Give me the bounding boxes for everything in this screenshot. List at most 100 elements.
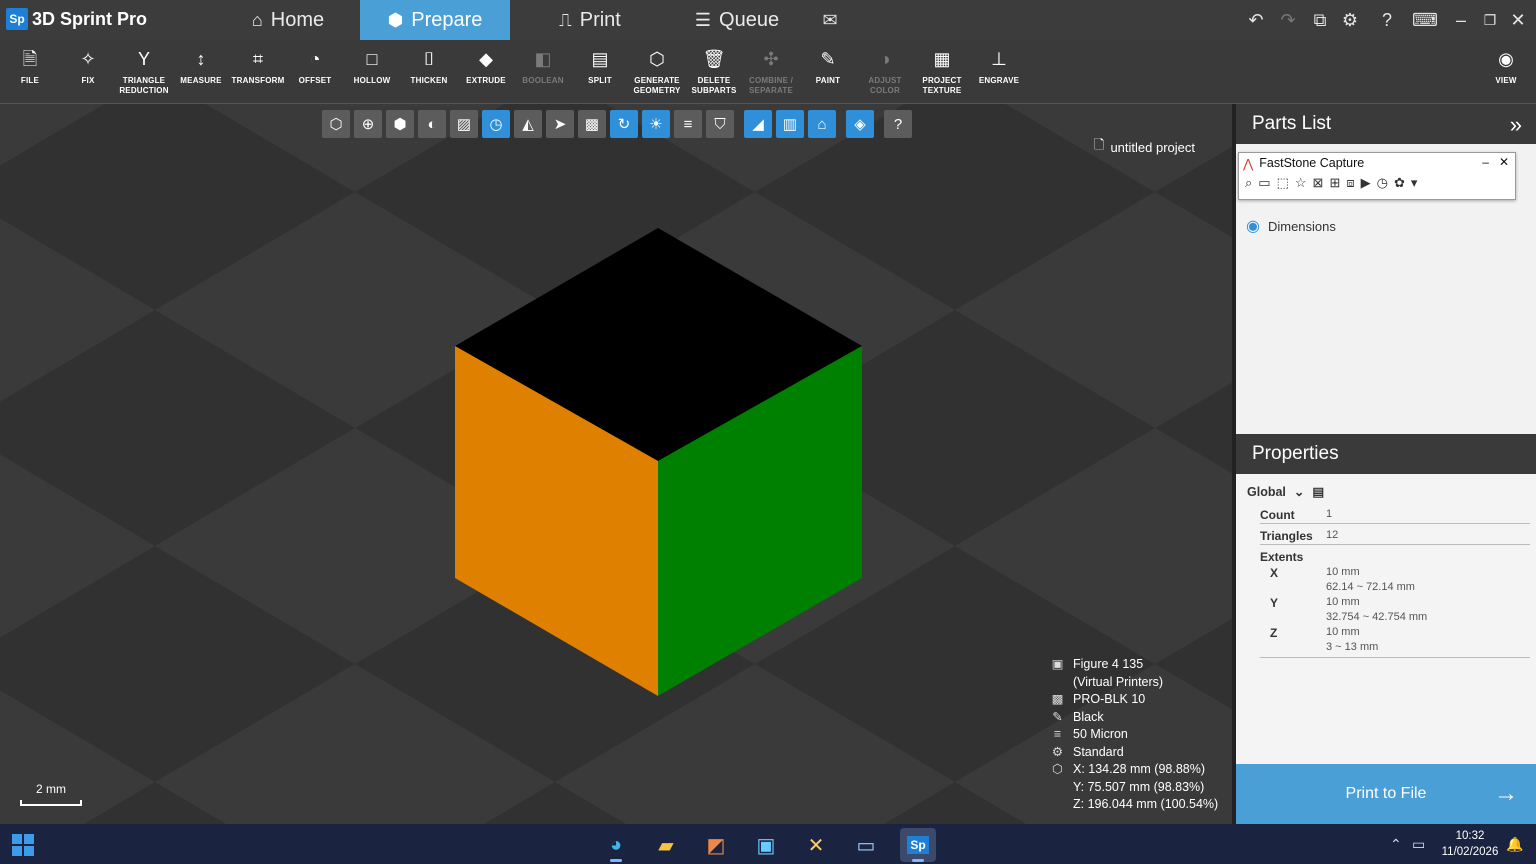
extent-axis-x: X [1270,566,1279,580]
chevron-up-icon[interactable]: ⌃ [1390,836,1402,853]
engrave-button[interactable]: ⊥ ENGRAVE [971,48,1027,100]
clock-view-icon[interactable]: ◷ [482,110,510,138]
help-icon[interactable]: ? [1375,8,1399,32]
parts-list-header: Parts List » [1236,104,1536,144]
arch-icon[interactable]: ⌂ [808,110,836,138]
tab-queue[interactable]: ☰ Queue [680,0,794,40]
tab-home[interactable]: ⌂ Home [236,0,340,40]
edge-icon[interactable]: ◕ [598,828,634,862]
hatch-icon[interactable]: ▨ [450,110,478,138]
window-app-icon[interactable]: ▭ [848,828,884,862]
faststone-capture-window[interactable]: ⋀ FastStone Capture – ✕ ⌕ ▭ ⬚ ☆ ⊠ ⊞ ⧈ ▶ ◷… [1238,152,1516,200]
shading-icon[interactable]: ◐ [418,110,446,138]
file-button[interactable]: 🗎 FILE [2,48,58,100]
home-icon: ⌂ [251,9,263,30]
xampp-icon[interactable]: ✕ [798,828,834,862]
fixed-capture-icon[interactable]: ⧈ [1346,175,1354,191]
combine-separate-button[interactable]: ✣ COMBINE / SEPARATE [743,48,799,100]
grid-columns-icon[interactable]: ▥ [776,110,804,138]
project-texture-button[interactable]: ▦ PROJECT TEXTURE [914,48,970,100]
eye-icon[interactable]: ◉ [1246,216,1260,236]
rect-capture-icon[interactable]: ⬚ [1277,175,1289,191]
3dsprint-taskbar-icon[interactable]: Sp [900,828,936,862]
right-panel: Parts List » ◉ Dimensions ⋀ FastStone Ca… [1236,104,1536,824]
redo-icon[interactable]: ↷ [1276,8,1300,32]
minimize-icon[interactable]: – [1482,155,1489,169]
gear-icon[interactable]: ⚙ [1338,8,1362,32]
properties-panel: Global ⌄ ▤ Count 1 Triangles 12 Extents … [1236,474,1536,764]
view-button[interactable]: ◉ VIEW [1478,48,1534,100]
printer-icon: ⎍ [559,9,572,30]
3d-viewport[interactable]: ⬡ ⊕ ⬢ ◐ ▨ ◷ ◭ ➤ ▩ ↻ ☀ ≡ ⛉ ◢ ▥ ⌂ ◈ ? 🗋 un… [0,104,1232,824]
window-capture-icon[interactable]: ▭ [1258,175,1270,191]
adjust-color-button[interactable]: ◑ ADJUST COLOR [857,48,913,100]
close-icon[interactable]: ✕ [1506,8,1530,32]
transform-button[interactable]: ⌗ TRANSFORM [230,48,286,100]
video-icon[interactable]: ▶ [1361,175,1371,191]
help-icon[interactable]: ? [884,110,912,138]
minimize-icon[interactable]: – [1449,8,1473,32]
tab-prepare[interactable]: ⬢ Prepare [360,0,510,40]
box-view-icon[interactable]: ◈ [846,110,874,138]
collapse-icon[interactable]: » [1510,112,1522,138]
hollow-button[interactable]: □ HOLLOW [344,48,400,100]
freehand-capture-icon[interactable]: ☆ [1295,175,1307,191]
print-to-file-button[interactable]: Print to File → [1236,764,1536,824]
paint-button[interactable]: ✎ PAINT [800,48,856,100]
split-button[interactable]: ▤ SPLIT [572,48,628,100]
title-bar: Sp 3D Sprint Pro ⌂ Home ⬢ Prepare ⎍ Prin… [0,0,1536,40]
close-icon[interactable]: ✕ [1499,155,1509,169]
store-icon[interactable]: ▣ [748,828,784,862]
copy-icon[interactable]: ⧉ [1308,8,1332,32]
fullscreen-capture-icon[interactable]: ⊠ [1313,175,1324,191]
scope-dropdown[interactable]: Global ⌄ ▤ [1247,484,1324,500]
start-button[interactable] [12,834,34,856]
notification-icon[interactable]: 🔔 [1506,836,1523,853]
clipboard-icon[interactable]: ▤ [1312,484,1324,499]
material-icon: ▩ [1051,692,1064,706]
keyboard-icon[interactable]: ⌨ [1412,8,1438,32]
layer-icon[interactable]: ≡ [674,110,702,138]
boolean-button[interactable]: ◧ BOOLEAN [515,48,571,100]
mail-icon[interactable]: ✉ [818,8,842,32]
view-toolbar: ⬡ ⊕ ⬢ ◐ ▨ ◷ ◭ ➤ ▩ ↻ ☀ ≡ ⛉ ◢ ▥ ⌂ ◈ ? [322,110,912,138]
checker-icon[interactable]: ▩ [578,110,606,138]
thicken-button[interactable]: ⌷ THICKEN [401,48,457,100]
shield-icon[interactable]: ⛉ [706,110,734,138]
restore-icon[interactable]: ❐ [1478,8,1502,32]
folder-icon[interactable]: ▰ [648,828,684,862]
palette-icon[interactable]: ✿ [1394,175,1405,191]
measure-button[interactable]: ↕ MEASURE [173,48,229,100]
ribbon-toolbar: 🗎 FILE ✧ FIX Y TRIANGLE REDUCTION ↕ MEASURE … [0,40,1536,104]
triangle-reduction-button[interactable]: Y TRIANGLE REDUCTION [116,48,172,100]
app-title: 3D Sprint Pro [32,9,148,29]
zoom-icon[interactable]: ⊕ [354,110,382,138]
office-icon[interactable]: ◩ [698,828,734,862]
generate-geometry-button[interactable]: ⬡ GENERATE GEOMETRY [629,48,685,100]
clock[interactable]: 10:32 11/02/2026 [1436,828,1504,860]
scroll-capture-icon[interactable]: ⊞ [1329,175,1340,191]
timer-icon[interactable]: ◷ [1377,175,1388,191]
list-item[interactable]: ◉ Dimensions [1246,216,1336,236]
solid-icon[interactable]: ⬢ [386,110,414,138]
light-icon[interactable]: ☀ [642,110,670,138]
rotate-icon[interactable]: ↻ [610,110,638,138]
view-cube-icon[interactable]: ⬡ [322,110,350,138]
select-arrow-icon[interactable]: ➤ [546,110,574,138]
undo-icon[interactable]: ↶ [1244,8,1268,32]
section-icon[interactable]: ◭ [514,110,542,138]
offset-button[interactable]: ◔ OFFSET [287,48,343,100]
extrude-button[interactable]: ◆ EXTRUDE [458,48,514,100]
arrow-right-icon: → [1494,780,1518,807]
open-icon[interactable]: ⌕ [1245,175,1252,191]
chart-icon[interactable]: ◢ [744,110,772,138]
offset-icon: ◔ [309,49,321,69]
boolean-icon: ◧ [534,49,552,69]
fix-button[interactable]: ✧ FIX [60,48,116,100]
tab-print[interactable]: ⎍ Print [540,0,640,40]
delete-subparts-button[interactable]: 🗑 DELETE SUBPARTS [686,48,742,100]
network-icon[interactable]: ▭ [1412,836,1425,853]
settings-icon[interactable]: ▾ [1411,175,1418,191]
box-icon: ⬡ [1052,762,1063,776]
fix-icon: ✧ [80,49,96,69]
